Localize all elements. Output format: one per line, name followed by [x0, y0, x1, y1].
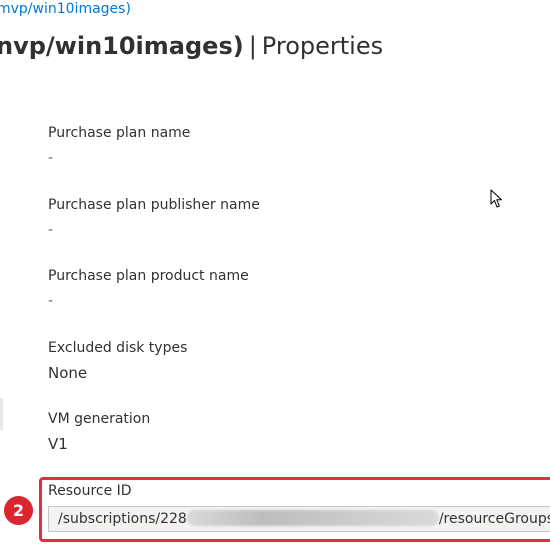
step-number-badge: 2	[4, 496, 33, 525]
property-excluded-disk-types: Excluded disk types None	[48, 339, 187, 382]
resource-id-prefix: /subscriptions/228	[58, 511, 187, 527]
property-value: None	[48, 364, 88, 382]
resource-id-field[interactable]: /subscriptions/228/resourceGroups/ai	[48, 506, 550, 532]
property-value: -	[48, 293, 54, 309]
property-value: V1	[48, 435, 68, 453]
property-purchase-plan-product-name: Purchase plan product name -	[48, 267, 249, 310]
property-value: -	[48, 150, 54, 166]
page-title-section: Properties	[261, 32, 384, 60]
page-title-separator: |	[248, 32, 257, 60]
property-purchase-plan-publisher-name: Purchase plan publisher name -	[48, 196, 260, 239]
breadcrumb-link[interactable]: mvp/win10images)	[0, 1, 131, 17]
mouse-pointer-icon	[490, 189, 502, 208]
properties-page: mvp/win10images) nvp/win10images) | Proper…	[0, 0, 550, 550]
page-title-resource: nvp/win10images)	[0, 32, 244, 60]
property-vm-generation: VM generation V1	[48, 410, 150, 453]
property-label: Excluded disk types	[48, 340, 188, 356]
property-value: -	[48, 222, 54, 238]
property-label: Purchase plan name	[48, 125, 191, 141]
left-pane-edge	[0, 398, 3, 430]
redacted-blur	[186, 510, 439, 526]
property-label: Purchase plan product name	[48, 268, 249, 284]
resource-id-label: Resource ID	[48, 483, 132, 499]
property-label: Purchase plan publisher name	[48, 197, 260, 213]
property-purchase-plan-name: Purchase plan name -	[48, 124, 190, 167]
resource-id-suffix: /resourceGroups/ai	[438, 511, 550, 527]
property-label: VM generation	[48, 411, 151, 427]
page-title: nvp/win10images) | Properties	[0, 30, 383, 62]
